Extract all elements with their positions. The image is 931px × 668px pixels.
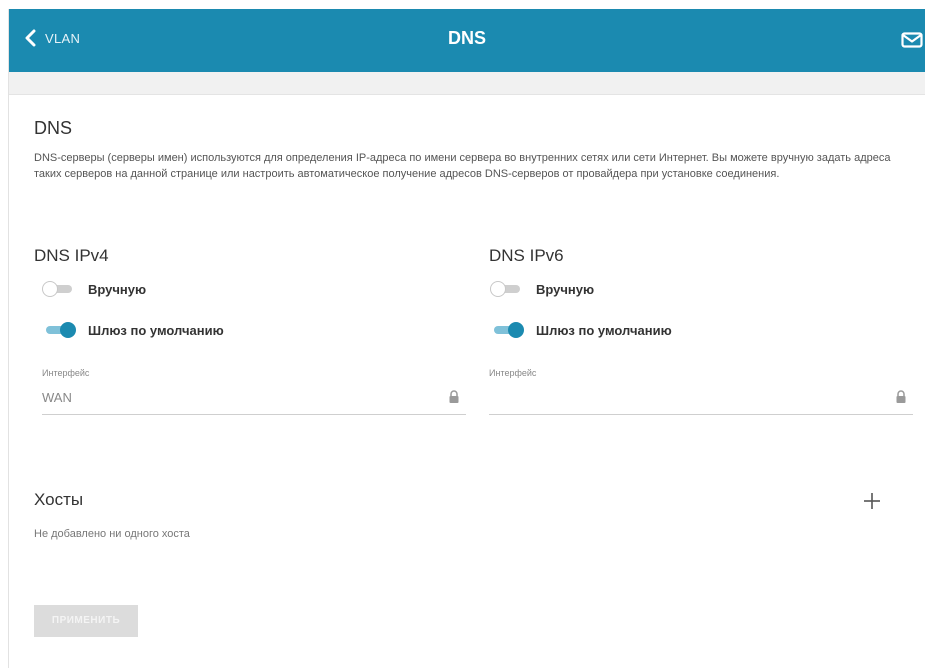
mail-icon[interactable] [901, 32, 923, 48]
ipv4-interface-label: Интерфейс [42, 368, 90, 378]
ipv4-interface-value: WAN [42, 390, 72, 405]
ipv4-manual-switch[interactable] [42, 281, 76, 297]
hosts-empty-text: Не добавлено ни одного хоста [34, 528, 190, 540]
ipv6-manual-toggle[interactable]: Вручную [490, 281, 594, 297]
ipv4-interface-field[interactable]: Интерфейс WAN [42, 368, 466, 415]
page-frame: VLAN DNS [8, 9, 925, 668]
ipv6-manual-label: Вручную [536, 281, 595, 297]
ipv6-title: DNS IPv6 [489, 246, 564, 265]
ipv6-gateway-label: Шлюз по умолчанию [536, 322, 672, 338]
hosts-title: Хосты [34, 490, 84, 509]
sub-bar [9, 72, 925, 95]
ipv6-interface-field[interactable]: Интерфейс [489, 368, 913, 415]
ipv6-interface-label: Интерфейс [489, 368, 537, 378]
page-title: DNS [447, 28, 486, 48]
lock-icon [896, 390, 906, 403]
ipv6-gateway-switch[interactable] [490, 322, 524, 338]
section-description: DNS-серверы (серверы имен) используются … [34, 152, 891, 180]
ipv4-gateway-switch[interactable] [42, 322, 76, 338]
ipv6-gateway-toggle[interactable]: Шлюз по умолчанию [490, 322, 672, 338]
ipv4-gateway-label: Шлюз по умолчанию [88, 322, 224, 338]
ipv4-manual-label: Вручную [88, 281, 147, 297]
ipv4-manual-toggle[interactable]: Вручную [42, 281, 146, 297]
ipv4-title: DNS IPv4 [34, 246, 109, 265]
top-bar: VLAN DNS [9, 9, 925, 72]
section-title: DNS [34, 118, 73, 138]
ipv4-gateway-toggle[interactable]: Шлюз по умолчанию [42, 322, 224, 338]
plus-icon[interactable] [861, 490, 883, 512]
apply-button[interactable]: ПРИМЕНИТЬ [34, 605, 138, 637]
lock-icon [449, 390, 459, 403]
ipv6-manual-switch[interactable] [490, 281, 524, 297]
